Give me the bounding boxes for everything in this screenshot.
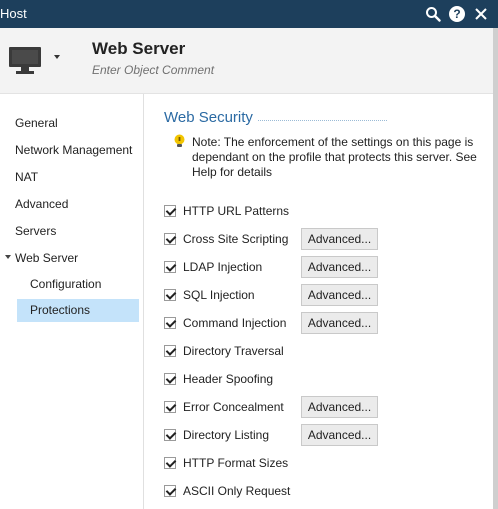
expand-arrow-icon[interactable] <box>5 255 11 259</box>
protection-row: SQL Injection Advanced... <box>164 284 484 306</box>
sidebar-item-servers[interactable]: Servers <box>15 224 56 238</box>
lightbulb-icon <box>173 134 186 148</box>
sidebar-item-nat[interactable]: NAT <box>15 170 38 184</box>
protection-row: Cross Site Scripting Advanced... <box>164 228 484 250</box>
sql-injection-checkbox[interactable] <box>164 289 176 301</box>
error-concealment-advanced-button[interactable]: Advanced... <box>301 396 378 418</box>
protection-label: Command Injection <box>183 316 287 330</box>
close-icon[interactable] <box>471 4 491 24</box>
directory-listing-checkbox[interactable] <box>164 429 176 441</box>
window-edge <box>493 28 498 509</box>
sidebar-item-web-server-label: Web Server <box>15 251 79 265</box>
object-header: Web Server Enter Object Comment <box>0 28 493 94</box>
ldap-injection-advanced-button[interactable]: Advanced... <box>301 256 378 278</box>
help-icon[interactable]: ? <box>447 4 467 24</box>
protection-row: Directory Traversal <box>164 340 484 362</box>
directory-listing-advanced-button[interactable]: Advanced... <box>301 424 378 446</box>
section-divider <box>258 120 387 121</box>
sidebar-item-web-server[interactable]: Web Server <box>5 251 79 265</box>
protection-row: LDAP Injection Advanced... <box>164 256 484 278</box>
http-format-sizes-checkbox[interactable] <box>164 457 176 469</box>
protection-label: HTTP Format Sizes <box>183 456 289 470</box>
protection-label: HTTP URL Patterns <box>183 204 290 218</box>
http-url-patterns-checkbox[interactable] <box>164 205 176 217</box>
protection-label: Directory Listing <box>183 428 270 442</box>
protection-label: Directory Traversal <box>183 344 284 358</box>
search-icon[interactable] <box>423 4 443 24</box>
error-concealment-checkbox[interactable] <box>164 401 176 413</box>
header-spoofing-checkbox[interactable] <box>164 373 176 385</box>
object-name[interactable]: Web Server <box>92 39 185 59</box>
protection-row: Command Injection Advanced... <box>164 312 484 334</box>
protection-label: ASCII Only Request <box>183 484 291 498</box>
protection-row: HTTP Format Sizes <box>164 452 484 474</box>
sidebar-item-general[interactable]: General <box>15 116 58 130</box>
section-title: Web Security <box>164 109 253 126</box>
sidebar-item-configuration[interactable]: Configuration <box>30 277 101 291</box>
sidebar-item-protections[interactable]: Protections <box>17 299 139 322</box>
note-text: Note: The enforcement of the settings on… <box>192 135 477 179</box>
help-glyph: ? <box>449 6 465 22</box>
protection-row: HTTP URL Patterns <box>164 200 484 222</box>
protection-label: Cross Site Scripting <box>183 232 289 246</box>
protection-label: LDAP Injection <box>183 260 263 274</box>
server-icon-dropdown[interactable] <box>8 44 64 78</box>
directory-traversal-checkbox[interactable] <box>164 345 176 357</box>
cross-site-scripting-checkbox[interactable] <box>164 233 176 245</box>
protection-row: ASCII Only Request <box>164 480 484 502</box>
command-injection-checkbox[interactable] <box>164 317 176 329</box>
object-comment-field[interactable]: Enter Object Comment <box>92 63 214 77</box>
ascii-only-request-checkbox[interactable] <box>164 485 176 497</box>
command-injection-advanced-button[interactable]: Advanced... <box>301 312 378 334</box>
protection-row: Error Concealment Advanced... <box>164 396 484 418</box>
window-title: Host <box>0 6 27 21</box>
sidebar-item-network-management[interactable]: Network Management <box>15 143 132 157</box>
ldap-injection-checkbox[interactable] <box>164 261 176 273</box>
sidebar: General Network Management NAT Advanced … <box>0 94 144 509</box>
cross-site-scripting-advanced-button[interactable]: Advanced... <box>301 228 378 250</box>
title-bar: Host ? <box>0 0 498 28</box>
sidebar-item-advanced[interactable]: Advanced <box>15 197 68 211</box>
protection-row: Header Spoofing <box>164 368 484 390</box>
sql-injection-advanced-button[interactable]: Advanced... <box>301 284 378 306</box>
protection-label: Error Concealment <box>183 400 284 414</box>
protection-label: Header Spoofing <box>183 372 274 386</box>
protection-label: SQL Injection <box>183 288 255 302</box>
protection-row: Directory Listing Advanced... <box>164 424 484 446</box>
